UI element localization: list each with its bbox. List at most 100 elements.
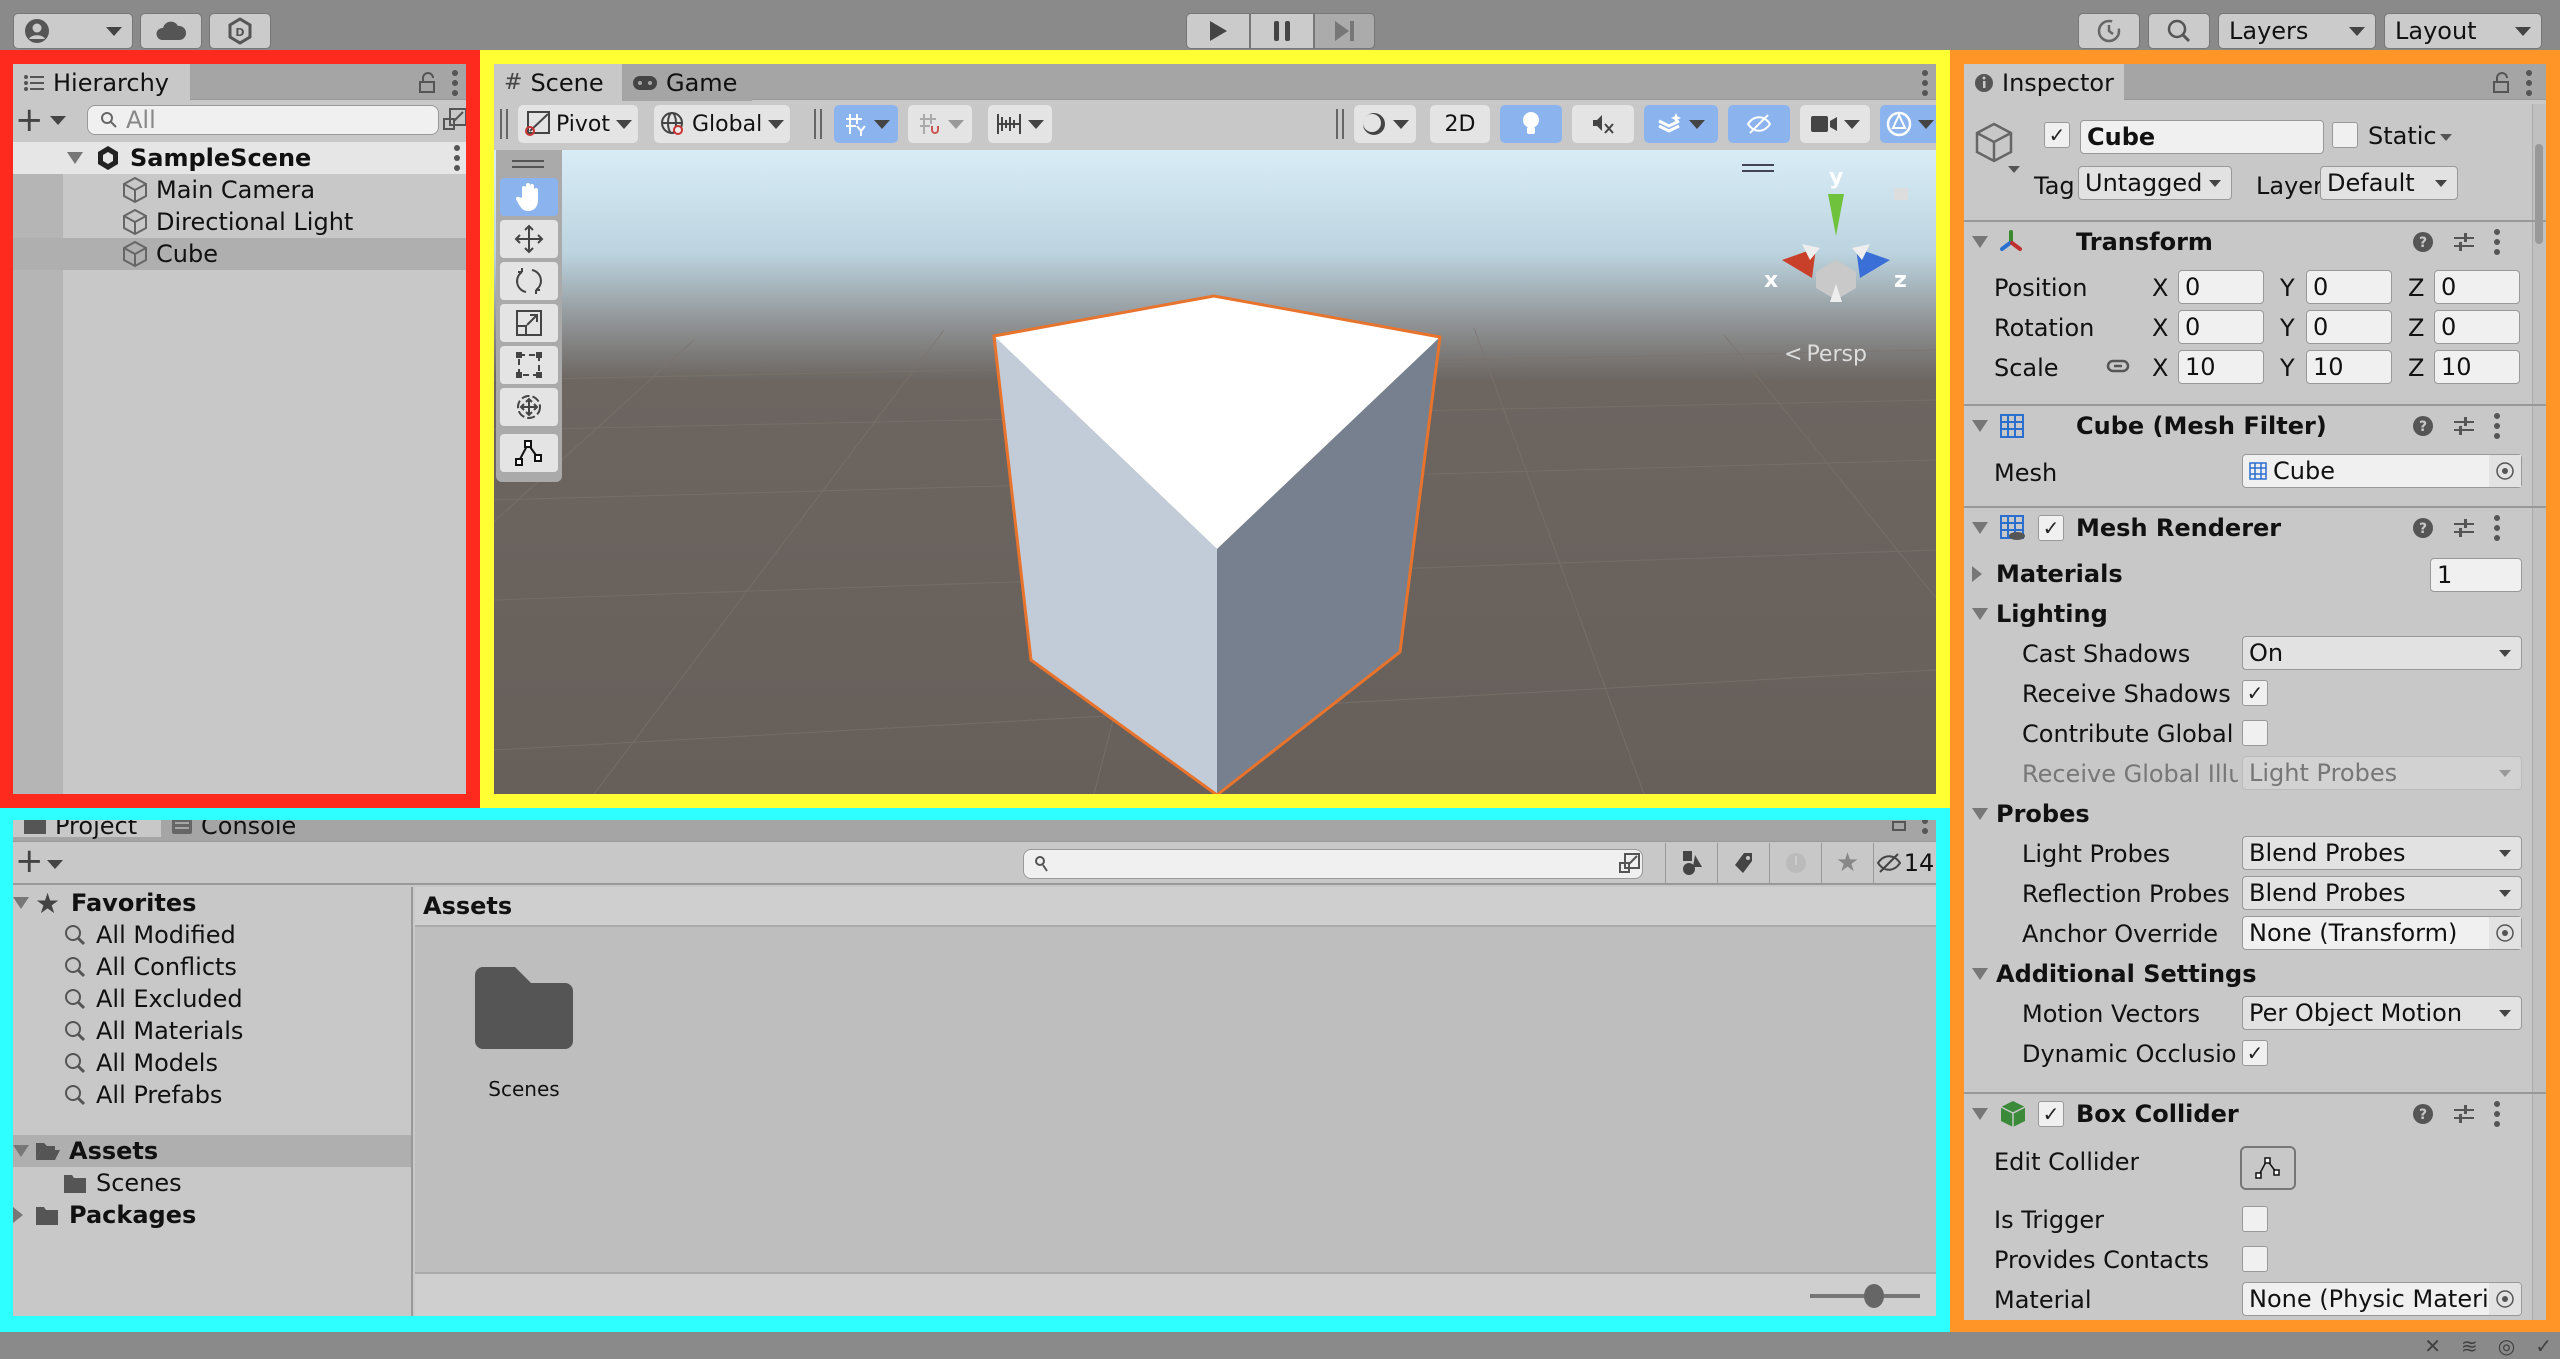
- inspector-scrollbar[interactable]: [2532, 104, 2546, 1320]
- add-icon[interactable]: +: [15, 842, 44, 880]
- favorite-item[interactable]: All Modified: [13, 919, 411, 951]
- help-icon[interactable]: ?: [2412, 415, 2434, 437]
- kebab-menu-icon[interactable]: [2494, 1101, 2500, 1127]
- tab-project[interactable]: Project: [13, 820, 161, 840]
- box-collider-enabled-checkbox[interactable]: ✓: [2038, 1101, 2064, 1127]
- presets-sliders-icon[interactable]: [2452, 1103, 2476, 1125]
- audio-toggle[interactable]: [1572, 105, 1634, 143]
- expand-arrow-icon[interactable]: [67, 152, 83, 164]
- camera-dropdown[interactable]: [1800, 105, 1870, 143]
- link-constrain-icon[interactable]: [2106, 358, 2130, 374]
- help-icon[interactable]: ?: [2412, 517, 2434, 539]
- filter-by-log-button[interactable]: [1769, 843, 1821, 883]
- add-icon[interactable]: +: [15, 103, 44, 137]
- object-picker-icon[interactable]: [2489, 917, 2521, 949]
- breadcrumb-assets[interactable]: Assets: [423, 892, 512, 920]
- mesh-filter-component-header[interactable]: Cube (Mesh Filter) ?: [1964, 404, 2546, 446]
- kebab-menu-icon[interactable]: [1922, 70, 1928, 96]
- 2d-toggle[interactable]: 2D: [1430, 105, 1490, 143]
- tab-scene[interactable]: # Scene: [494, 64, 622, 101]
- effects-dropdown[interactable]: [1644, 105, 1718, 143]
- tab-hierarchy[interactable]: Hierarchy: [13, 64, 190, 101]
- account-dropdown[interactable]: [13, 13, 133, 49]
- scene-row[interactable]: SampleScene: [13, 142, 466, 174]
- tab-console[interactable]: Console: [161, 820, 321, 840]
- slider-handle[interactable]: [1864, 1284, 1884, 1308]
- axis-z-label[interactable]: Z: [2408, 314, 2424, 342]
- edit-collider-tool-button[interactable]: [500, 434, 558, 472]
- position-y-input[interactable]: 0: [2306, 270, 2392, 304]
- rotate-tool-button[interactable]: [500, 262, 558, 300]
- orientation-gizmo[interactable]: y x z < Persp: [1742, 150, 1936, 390]
- chevron-down-icon[interactable]: [874, 119, 890, 129]
- edit-collider-button[interactable]: [2240, 1146, 2296, 1190]
- layer-dropdown[interactable]: Default: [2320, 166, 2458, 200]
- open-external-icon[interactable]: [443, 105, 466, 133]
- physic-material-object-field[interactable]: None (Physic Material: [2242, 1282, 2522, 1316]
- global-dropdown[interactable]: Global: [654, 105, 791, 143]
- static-dropdown-icon[interactable]: [2440, 134, 2452, 141]
- layout-dropdown[interactable]: Layout: [2384, 13, 2542, 49]
- lighting-label[interactable]: Lighting: [1996, 600, 2108, 628]
- expand-arrow-icon[interactable]: [13, 897, 29, 909]
- favorite-item[interactable]: All Prefabs: [13, 1079, 411, 1111]
- version-control-button[interactable]: D: [209, 13, 271, 49]
- lock-icon[interactable]: [418, 72, 436, 94]
- asset-tile[interactable]: Scenes: [455, 967, 575, 1107]
- auto-generate-lighting-icon[interactable]: ◎: [2498, 1334, 2515, 1358]
- folder-item[interactable]: Scenes: [13, 1167, 411, 1199]
- scale-z-input[interactable]: 10: [2434, 350, 2520, 384]
- help-icon[interactable]: ?: [2412, 1103, 2434, 1125]
- layers-dropdown[interactable]: Layers: [2218, 13, 2376, 49]
- additional-settings-label[interactable]: Additional Settings: [1996, 960, 2257, 988]
- collapse-arrow-icon[interactable]: [13, 1207, 23, 1223]
- transform-tool-button[interactable]: [500, 388, 558, 426]
- box-collider-component-header[interactable]: ✓ Box Collider ?: [1964, 1092, 2546, 1134]
- chevron-down-icon[interactable]: [2008, 166, 2020, 173]
- tab-inspector[interactable]: Inspector: [1964, 64, 2124, 101]
- mesh-renderer-component-header[interactable]: ✓ Mesh Renderer ?: [1964, 506, 2546, 548]
- step-button[interactable]: [1314, 13, 1375, 49]
- axis-y-label[interactable]: Y: [2280, 354, 2295, 382]
- kebab-menu-icon[interactable]: [2494, 229, 2500, 255]
- scale-tool-button[interactable]: [500, 304, 558, 342]
- kebab-menu-icon[interactable]: [2494, 413, 2500, 439]
- scene-viewport[interactable]: y x z < Persp: [494, 150, 1936, 794]
- filter-by-label-button[interactable]: [1717, 843, 1769, 883]
- expand-arrow-icon[interactable]: [1972, 608, 1988, 620]
- selected-cube-object[interactable]: [494, 150, 1936, 794]
- motion-vectors-dropdown[interactable]: Per Object Motion: [2242, 996, 2522, 1030]
- position-z-input[interactable]: 0: [2434, 270, 2520, 304]
- hierarchy-item-selected[interactable]: Cube: [13, 238, 466, 270]
- shading-mode-dropdown[interactable]: [1354, 105, 1416, 143]
- hidden-packages-toggle[interactable]: 14: [1873, 843, 1936, 883]
- favorite-item[interactable]: All Models: [13, 1047, 411, 1079]
- help-icon[interactable]: ?: [2412, 231, 2434, 253]
- expand-arrow-icon[interactable]: [1972, 968, 1988, 980]
- save-search-favorite-button[interactable]: ★: [1821, 843, 1873, 883]
- axis-x-label[interactable]: X: [2152, 314, 2168, 342]
- packages-folder-row[interactable]: Packages: [13, 1199, 411, 1231]
- object-name-input[interactable]: Cube: [2080, 120, 2324, 154]
- kebab-menu-icon[interactable]: [454, 145, 460, 171]
- expand-arrow-icon[interactable]: [1972, 522, 1988, 534]
- gizmos-dropdown[interactable]: [1880, 105, 1936, 143]
- project-search-input[interactable]: [1023, 849, 1643, 879]
- scale-y-input[interactable]: 10: [2306, 350, 2392, 384]
- receive-shadows-checkbox[interactable]: ✓: [2242, 680, 2268, 706]
- check-circle-icon[interactable]: ✓: [2535, 1334, 2552, 1358]
- drag-handle-icon[interactable]: [500, 109, 508, 139]
- hierarchy-search-input[interactable]: All: [87, 105, 439, 135]
- presets-sliders-icon[interactable]: [2452, 517, 2476, 539]
- increment-snap-toggle[interactable]: [908, 105, 972, 143]
- hidden-objects-toggle[interactable]: [1728, 105, 1790, 143]
- chevron-down-icon[interactable]: [948, 119, 964, 129]
- expand-arrow-icon[interactable]: [1972, 420, 1988, 432]
- maximize-icon[interactable]: [1892, 821, 1906, 831]
- presets-sliders-icon[interactable]: [2452, 231, 2476, 253]
- hierarchy-item[interactable]: Directional Light: [13, 206, 466, 238]
- favorite-item[interactable]: All Excluded: [13, 983, 411, 1015]
- kebab-menu-icon[interactable]: [2526, 70, 2532, 96]
- rotation-z-input[interactable]: 0: [2434, 310, 2520, 344]
- collapse-arrow-icon[interactable]: [1972, 566, 1982, 582]
